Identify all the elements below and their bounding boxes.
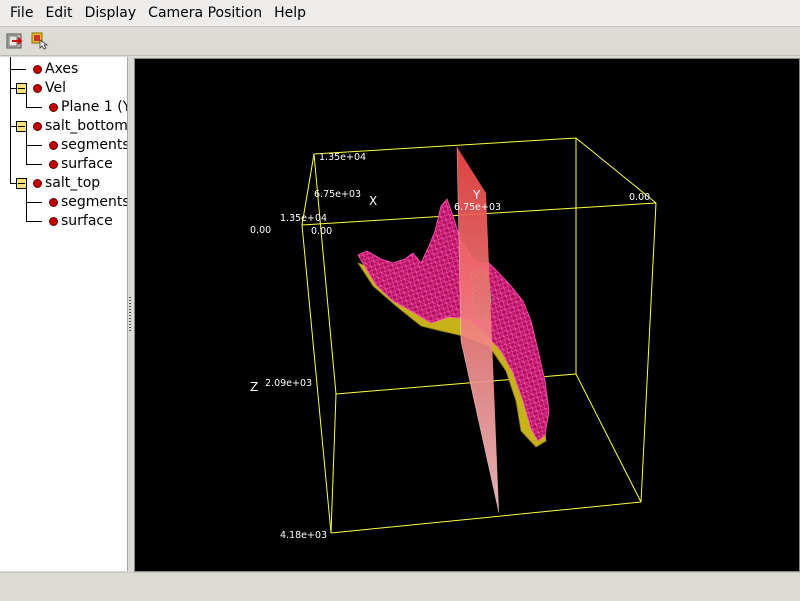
visibility-dot-icon[interactable] [33,179,42,188]
visibility-dot-icon[interactable] [33,65,42,74]
tick-label-top-back-left: 1.35e+04 [319,152,366,163]
tick-label-x-mid: 6.75e+03 [314,189,361,200]
collapse-icon[interactable] [16,83,27,94]
tree-item-label: segments [61,137,128,153]
tree-item-label: surface [61,213,113,229]
menu-bar: File Edit Display Camera Position Help [0,0,800,27]
tree-connector [26,188,27,221]
tree-item-label: salt_bottom [45,118,128,134]
tree-connector [26,164,42,165]
tick-label-origin-left: 0.00 [250,225,271,236]
visibility-dot-icon[interactable] [49,141,58,150]
collapse-icon[interactable] [16,178,27,189]
visibility-dot-icon[interactable] [49,217,58,226]
toolbar [0,27,800,56]
axis-label-z: Z [250,380,258,394]
axis-label-y: Y [472,188,481,202]
status-bar [0,572,800,601]
menu-help[interactable]: Help [268,0,312,26]
visibility-dot-icon[interactable] [49,160,58,169]
exit-icon [6,33,23,49]
visibility-dot-icon[interactable] [33,122,42,131]
exit-button[interactable] [5,31,25,51]
tree-connector [26,107,42,108]
tick-label-y-end: 0.00 [629,192,650,203]
pane-splitter[interactable] [128,57,133,571]
menu-file[interactable]: File [0,0,39,26]
collapse-icon[interactable] [16,121,27,132]
tree-connector [10,69,26,70]
3d-viewport[interactable]: 1.35e+04 6.75e+03 6.75e+03 0.00 1.35e+04… [134,58,800,572]
tick-label-z-mid: 2.09e+03 [265,378,312,389]
visibility-dot-icon[interactable] [49,198,58,207]
splitter-grip-icon[interactable] [129,297,131,333]
tree-item-label: Plane 1 (Y [61,99,128,115]
menu-camera-position[interactable]: Camera Position [142,0,268,26]
pick-icon [31,32,49,50]
tick-label-z-bottom: 4.18e+03 [280,530,327,541]
tree-item-label: surface [61,156,113,172]
tree-connector [10,57,11,183]
tree-connector [26,93,27,107]
tree-item-label: Vel [45,80,66,96]
scene-tree[interactable]: Axes Vel Plane 1 (Y salt_bottom segments… [0,57,128,571]
axis-label-x: X [369,194,377,208]
tree-connector [26,202,42,203]
tree-connector [26,221,42,222]
menu-display[interactable]: Display [79,0,143,26]
tick-label-top-front-left: 1.35e+04 [280,213,327,224]
3d-scene: 1.35e+04 6.75e+03 6.75e+03 0.00 1.35e+04… [250,137,657,541]
tree-connector [26,131,27,164]
pick-button[interactable] [30,31,50,51]
tree-connector [26,145,42,146]
tree-item-label: segments [61,194,128,210]
menu-edit[interactable]: Edit [39,0,78,26]
visibility-dot-icon[interactable] [49,103,58,112]
tick-label-y-mid: 6.75e+03 [454,202,501,213]
tree-item-label: Axes [45,61,79,77]
tree-item-label: salt_top [45,175,101,191]
tick-label-origin-right: 0.00 [311,226,332,237]
visibility-dot-icon[interactable] [33,84,42,93]
